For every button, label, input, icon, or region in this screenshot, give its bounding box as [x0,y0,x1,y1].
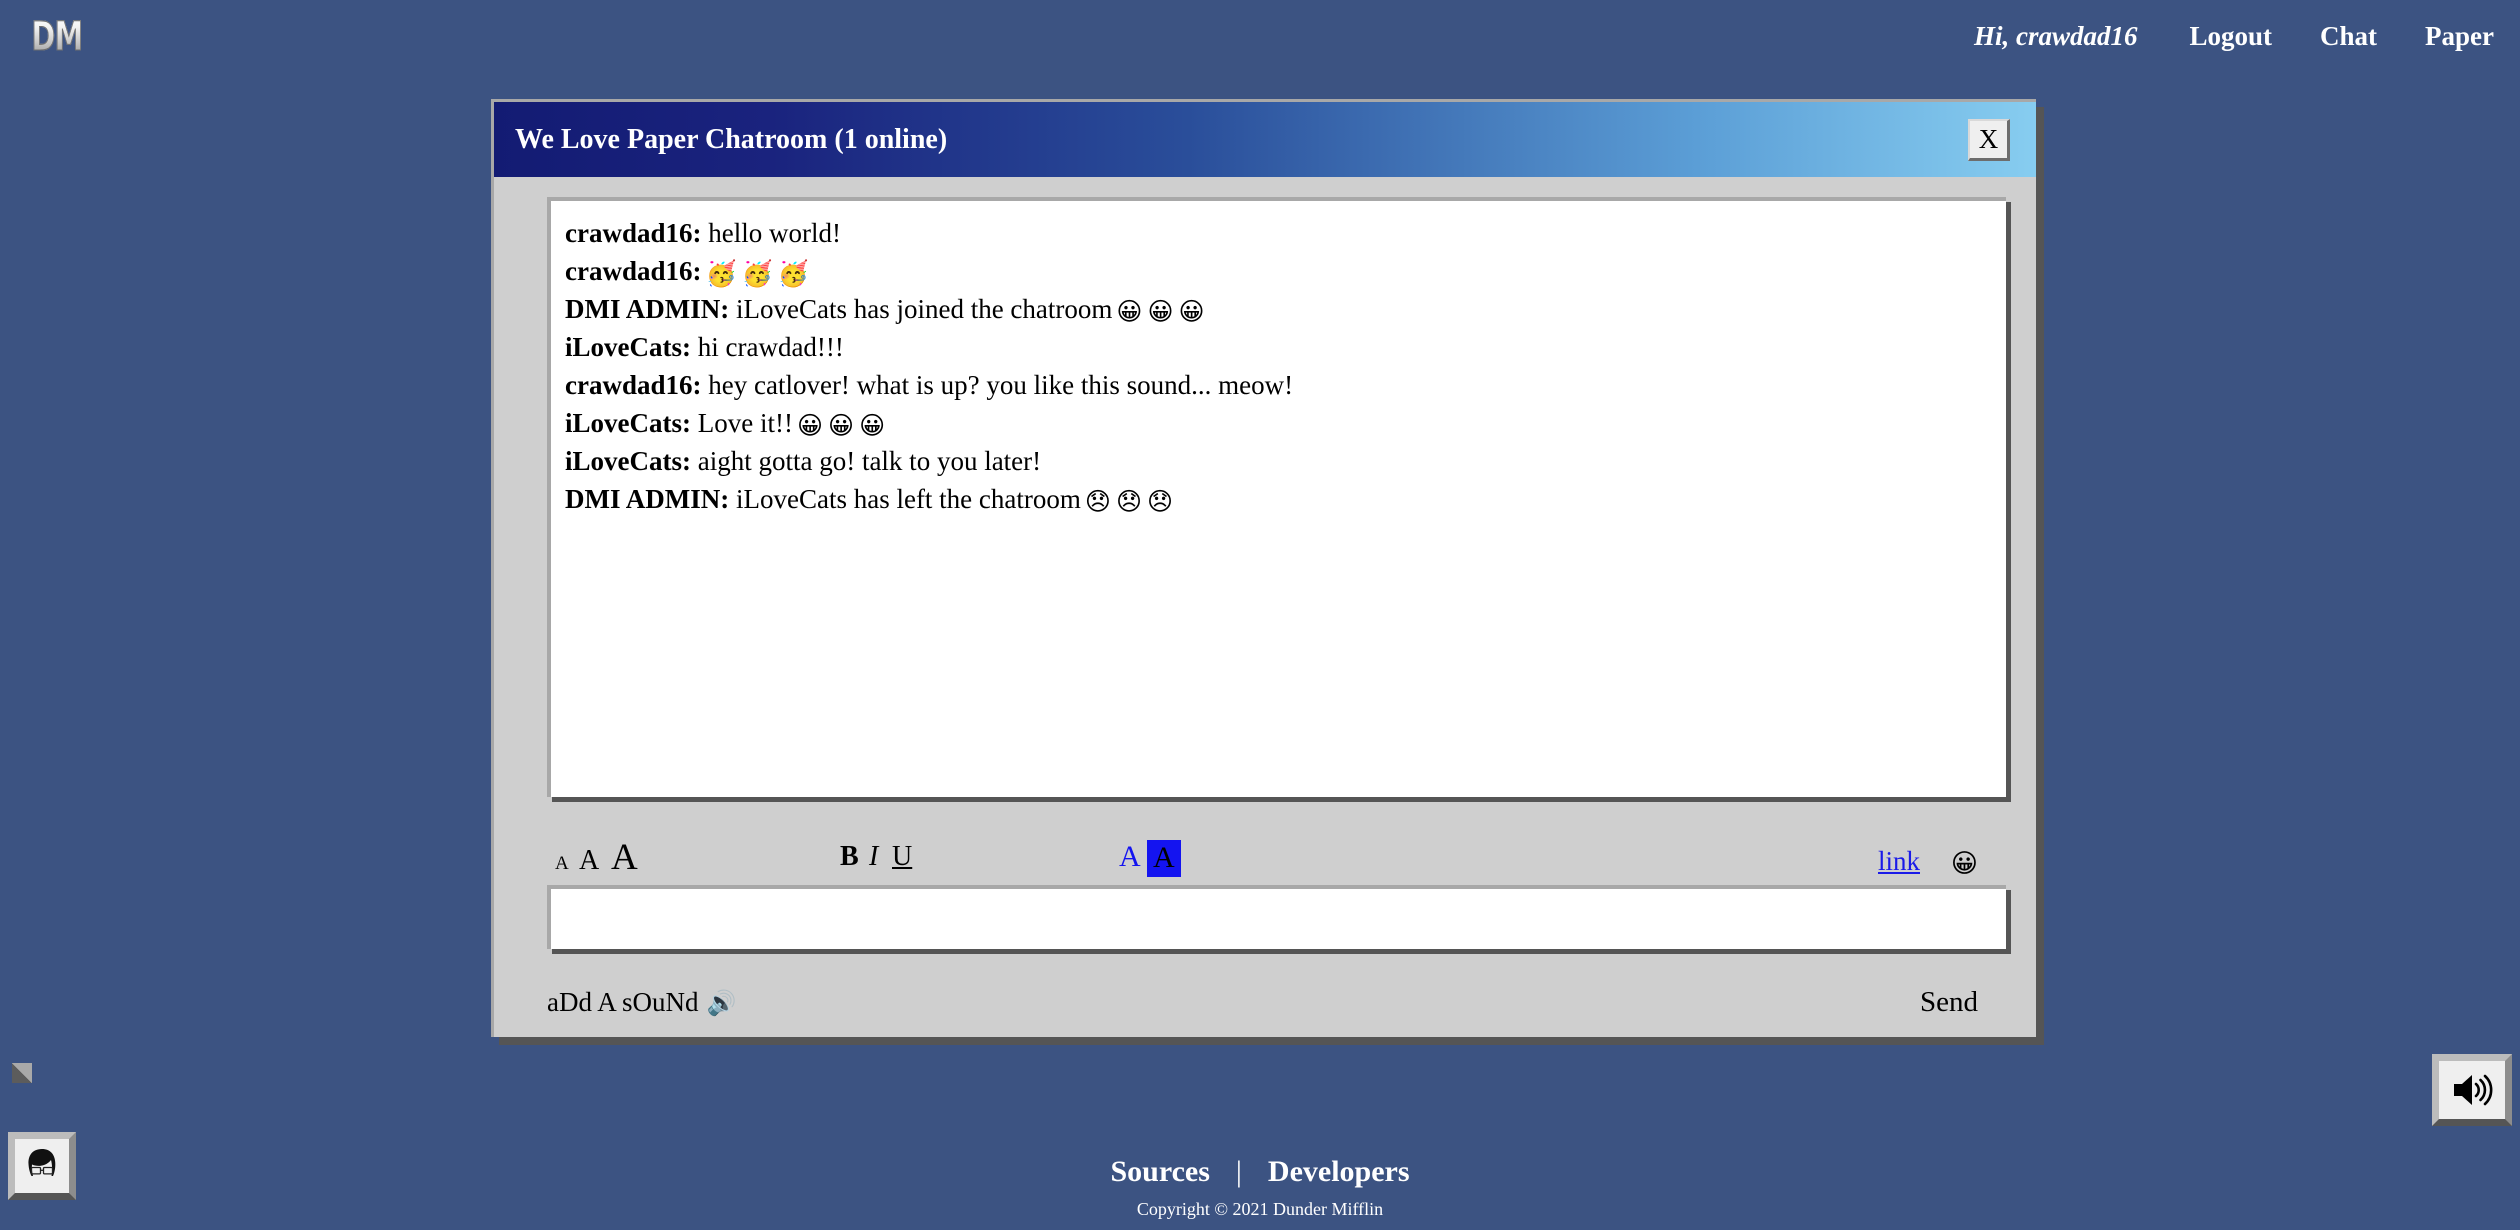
emoji-picker-icon[interactable]: 😀 [1951,849,1978,879]
assistant-face-button[interactable] [8,1132,76,1200]
message-emoji [1041,449,1045,478]
message-row: iLoveCats: Love it!! 😀😀😀 [565,405,1988,443]
message-input-container[interactable] [547,885,2006,949]
footer-sources[interactable]: Sources [1084,1155,1235,1189]
sound-toggle-button[interactable] [2432,1054,2512,1126]
nav-links: Hi, crawdad16 Logout Chat Paper [1950,21,2512,52]
close-icon[interactable]: X [1968,118,2010,161]
message-row: crawdad16: 🥳🥳🥳 [565,253,1988,291]
message-author: DMI ADMIN: [565,294,730,324]
message-text: iLoveCats has joined the chatroom [729,294,1113,324]
message-input[interactable] [551,889,2006,949]
chatroom-title-bar: We Love Paper Chatroom (1 online) X [494,102,2036,177]
message-author: crawdad16: [565,218,702,248]
message-emoji: 🥳🥳🥳 [705,259,814,288]
message-emoji: 😞😞😞 [1084,487,1179,516]
message-author: DMI ADMIN: [565,484,730,514]
face-icon [28,1149,56,1176]
resize-handle[interactable] [12,1063,32,1083]
message-author: iLoveCats: [565,332,691,362]
top-navigation-bar: DM Hi, crawdad16 Logout Chat Paper [0,0,2520,72]
message-row: crawdad16: hey catlover! what is up? you… [565,367,1988,405]
text-color-button[interactable]: A [1119,840,1141,874]
speaker-icon [2454,1074,2493,1106]
copyright-text: Copyright © 2021 Dunder Mifflin [1136,1199,1384,1219]
message-text: Love it!! [690,408,793,438]
add-sound-button[interactable]: aDd A sOuNd 🔊 [547,987,736,1018]
message-area-wrapper: crawdad16: hello world! crawdad16: 🥳🥳🥳 DM… [547,197,2006,797]
message-author: iLoveCats: [565,408,691,438]
formatting-toolbar: A A A B I U A A link 😀 [547,815,2006,881]
message-text: hi crawdad!!! [690,332,844,362]
chatroom-window: We Love Paper Chatroom (1 online) X craw… [491,99,2036,1037]
speaker-icon: 🔊 [706,988,737,1017]
message-emoji [1293,373,1297,402]
message-row: iLoveCats: hi crawdad!!! [565,329,1988,367]
message-row: DMI ADMIN: iLoveCats has joined the chat… [565,291,1988,329]
underline-button[interactable]: U [892,841,912,873]
message-emoji [844,335,848,364]
footer-links: Sources | Developers [0,1155,2520,1189]
bold-button[interactable]: B [840,841,859,873]
message-author: crawdad16: [565,370,702,400]
composer-actions: aDd A sOuNd 🔊 Send [547,981,1998,1023]
font-size-small-button[interactable]: A [555,853,569,875]
message-row: DMI ADMIN: iLoveCats has left the chatro… [565,481,1988,519]
message-author: crawdad16: [565,256,702,286]
send-button[interactable]: Send [1920,986,1998,1019]
page-footer: Sources | Developers Copyright © 2021 Du… [0,1155,2520,1220]
message-emoji: 😀😀😀 [1116,297,1210,326]
message-text: hey catlover! what is up? you like this … [701,370,1294,400]
user-greeting: Hi, crawdad16 [1973,20,2138,51]
message-text: aight gotta go! talk to you later! [690,446,1042,476]
nav-chat[interactable]: Chat [2296,21,2401,52]
message-row: iLoveCats: aight gotta go! talk to you l… [565,443,1988,481]
message-author: iLoveCats: [565,446,691,476]
chatroom-title: We Love Paper Chatroom (1 online) [515,123,948,155]
message-text: iLoveCats has left the chatroom [729,484,1081,514]
message-emoji [841,221,845,250]
dm-logo[interactable]: DM [22,12,84,60]
font-size-medium-button[interactable]: A [579,845,599,877]
font-size-large-button[interactable]: A [611,836,638,879]
nav-paper[interactable]: Paper [2401,21,2504,52]
message-list[interactable]: crawdad16: hello world! crawdad16: 🥳🥳🥳 DM… [547,197,2006,797]
insert-link-button[interactable]: link [1878,846,1920,877]
italic-button[interactable]: I [869,841,878,873]
nav-logout[interactable]: Logout [2165,21,2296,52]
highlight-color-button[interactable]: A [1147,840,1181,877]
message-row: crawdad16: hello world! [565,215,1988,253]
message-text: hello world! [701,218,841,248]
add-sound-label: aDd A sOuNd [547,986,699,1017]
message-emoji: 😀😀😀 [796,411,891,440]
footer-developers[interactable]: Developers [1242,1155,1436,1189]
